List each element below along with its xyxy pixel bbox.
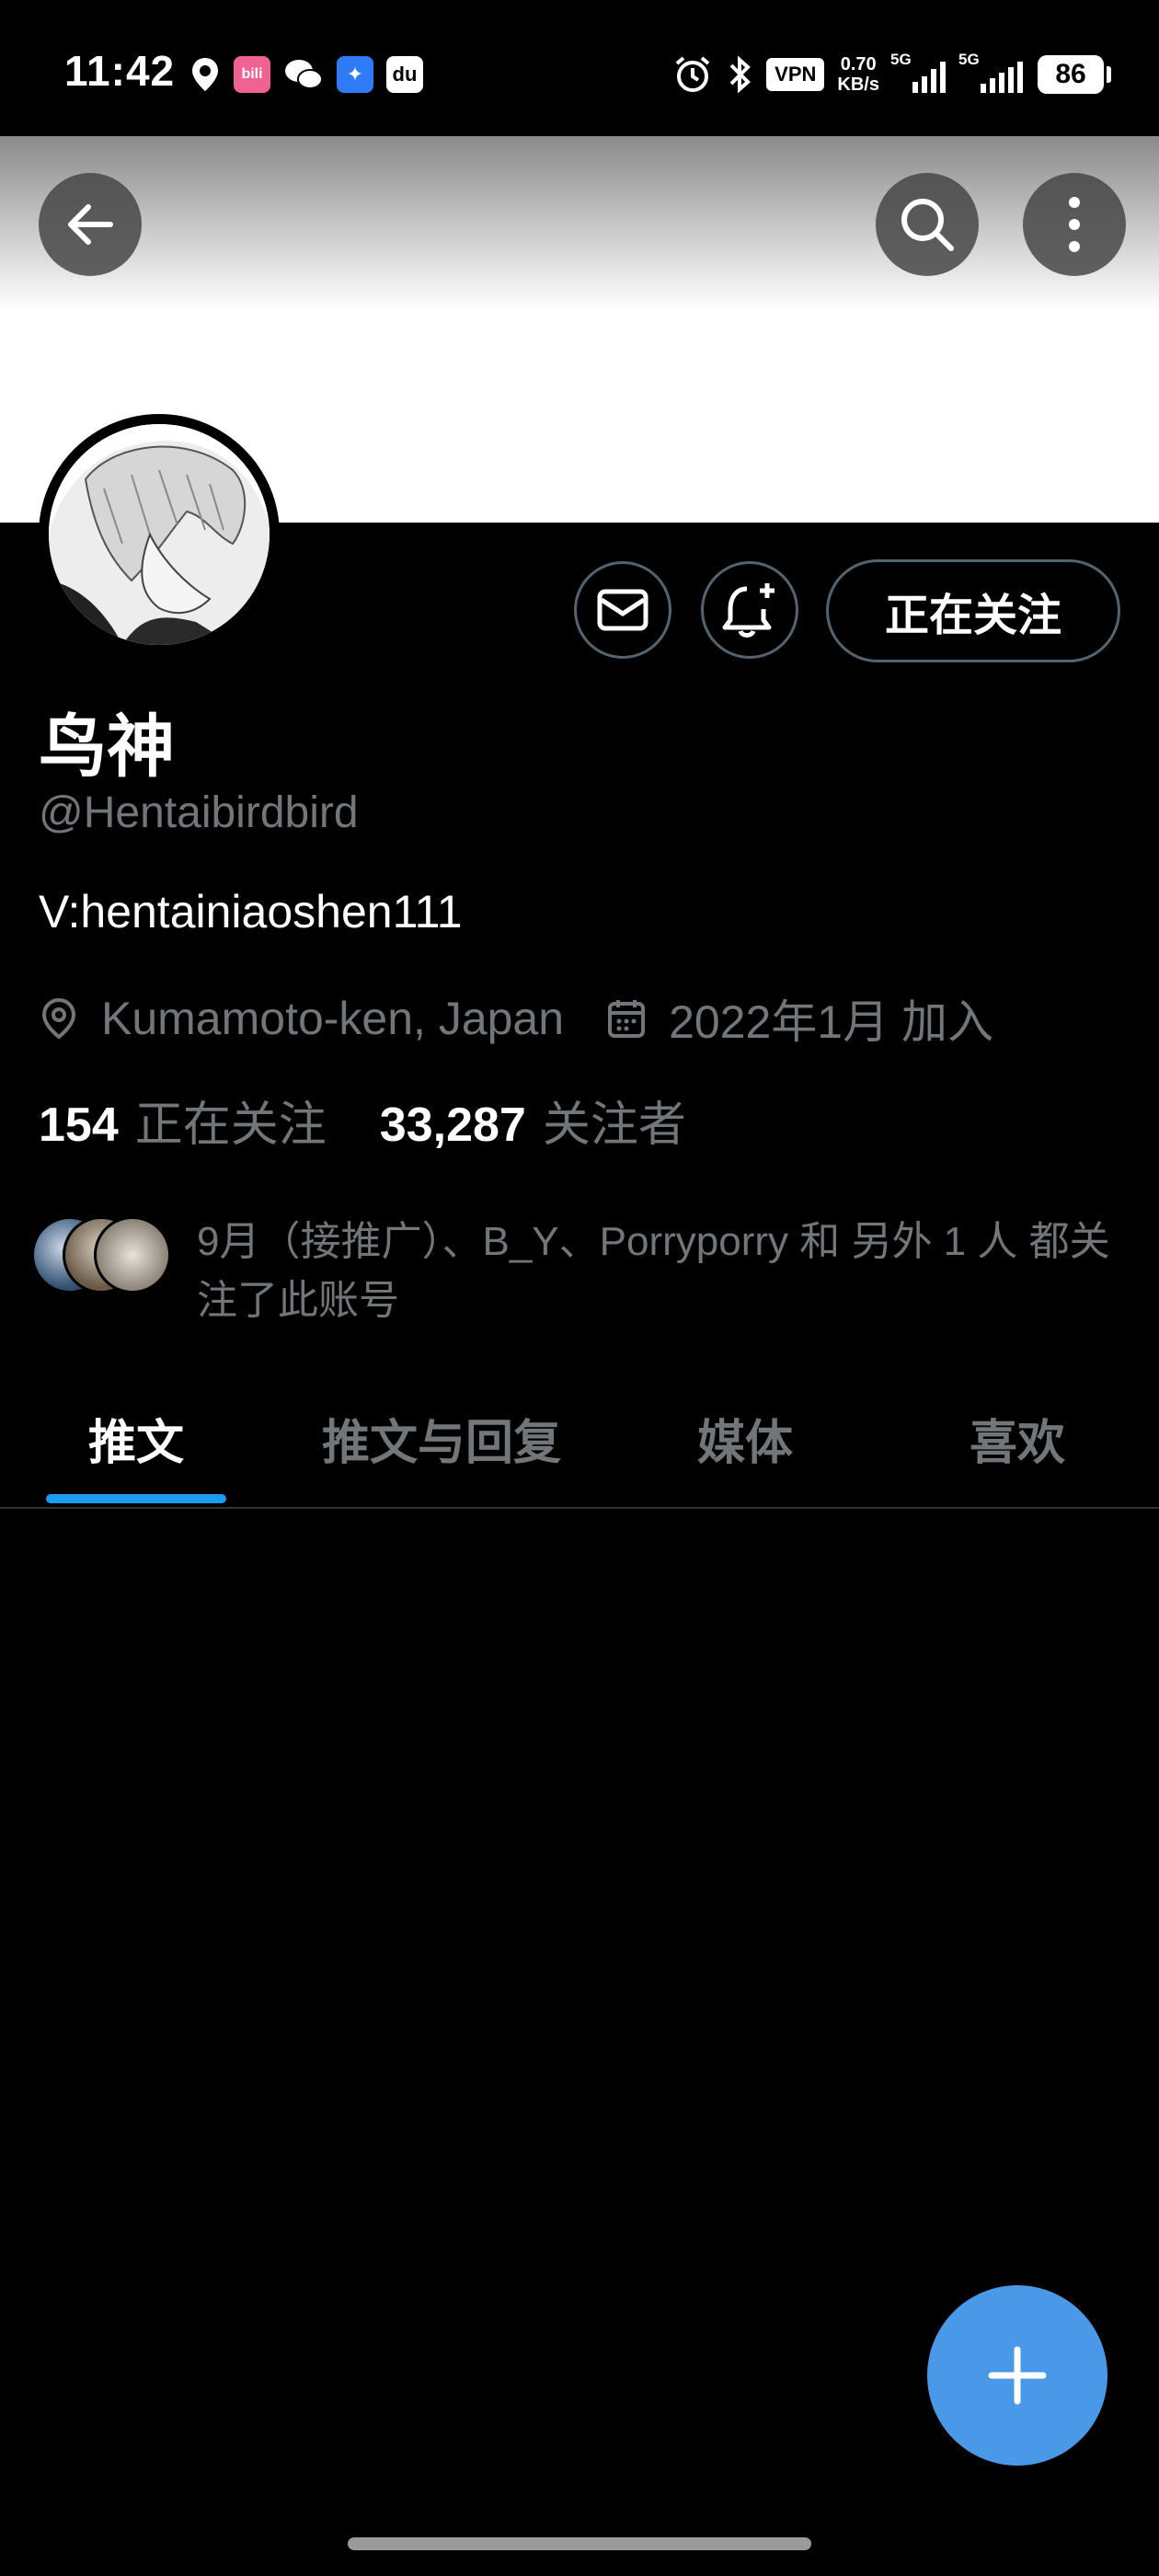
- follow-stats: 154 正在关注 33,287 关注者: [39, 1086, 686, 1155]
- location-pin-icon: [41, 997, 76, 1040]
- following-label: 正在关注: [134, 1098, 327, 1152]
- signal-2-icon: 5G: [958, 51, 1025, 93]
- known-follower-avatar: [94, 1216, 171, 1294]
- search-button[interactable]: [876, 173, 979, 276]
- network-speed: 0.70 KB/s: [837, 54, 879, 95]
- followers-count: 33,287: [379, 1098, 526, 1152]
- wechat-icon: [285, 60, 323, 89]
- app-blue-icon: ✦: [337, 56, 373, 93]
- vpn-badge: VPN: [766, 58, 825, 91]
- notifications-button[interactable]: [701, 561, 798, 659]
- following-count: 154: [39, 1098, 119, 1152]
- profile-meta: Kumamoto-ken, Japan 2022年1月 加入: [39, 986, 993, 1051]
- app-du-icon: du: [386, 56, 423, 93]
- tab-tweets-and-replies[interactable]: 推文与回复: [304, 1369, 580, 1507]
- bilibili-icon: bili: [234, 56, 270, 93]
- tab-media[interactable]: 媒体: [662, 1369, 828, 1507]
- location-text: Kumamoto-ken, Japan: [101, 993, 565, 1044]
- notification-icons: bili ✦ du: [189, 53, 423, 96]
- profile-tabs: 推文 推文与回复 媒体 喜欢: [0, 1369, 1159, 1509]
- message-button[interactable]: [574, 561, 671, 659]
- bluetooth-icon: [729, 55, 752, 94]
- following-link[interactable]: 154 正在关注: [39, 1086, 327, 1155]
- display-name: 鸟神: [39, 708, 175, 785]
- bio: V:hentainiaoshen111: [39, 886, 463, 937]
- home-indicator[interactable]: [348, 2537, 811, 2550]
- followers-link[interactable]: 33,287 关注者: [380, 1086, 686, 1155]
- compose-button[interactable]: [927, 2285, 1107, 2466]
- bell-plus-icon: [722, 583, 775, 638]
- more-vertical-icon: [1069, 197, 1080, 252]
- back-arrow-icon: [68, 204, 113, 245]
- avatar[interactable]: [39, 414, 280, 655]
- known-followers-avatars[interactable]: [31, 1216, 171, 1294]
- alarm-icon: [675, 56, 710, 92]
- active-tab-indicator: [46, 1494, 226, 1503]
- tab-tweets[interactable]: 推文: [46, 1369, 226, 1507]
- status-bar: 11:42 bili ✦ du VPN 0.70 KB/s 5G 5G 86: [0, 0, 1159, 136]
- joined-text: 2022年1月 加入: [669, 996, 993, 1048]
- known-followers-text[interactable]: 9月（接推广）、B_Y、Porryporry 和 另外 1 人 都关注了此账号: [197, 1213, 1126, 1330]
- status-right: VPN 0.70 KB/s 5G 5G 86: [672, 50, 1111, 99]
- back-button[interactable]: [39, 173, 142, 276]
- user-handle: @Hentaibirdbird: [39, 788, 359, 837]
- tab-likes[interactable]: 喜欢: [935, 1369, 1100, 1507]
- following-button[interactable]: 正在关注: [826, 559, 1120, 662]
- status-time: 11:42: [64, 47, 176, 95]
- followers-label: 关注者: [542, 1098, 686, 1152]
- battery-level: 86: [1038, 55, 1111, 94]
- mail-icon: [597, 589, 648, 631]
- location-notify-icon: [192, 58, 218, 91]
- more-options-button[interactable]: [1023, 173, 1126, 276]
- avatar-image: [49, 424, 270, 645]
- signal-1-icon: 5G: [890, 51, 947, 93]
- calendar-icon: [608, 1000, 646, 1038]
- search-icon: [901, 199, 954, 251]
- plus-icon: [988, 2346, 1047, 2405]
